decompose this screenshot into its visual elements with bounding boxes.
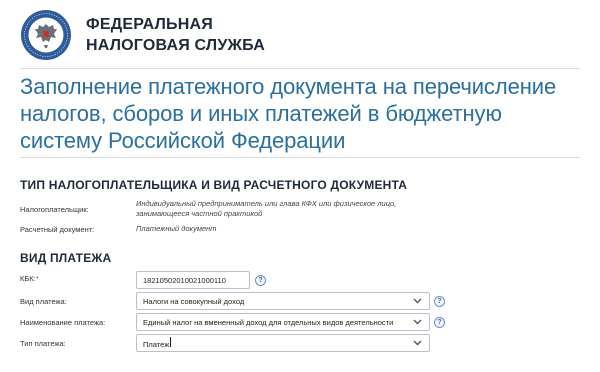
kbk-input[interactable]: 18210502010021000110: [136, 271, 250, 289]
section-payment-title: ВИД ПЛАТЕЖА: [20, 251, 112, 265]
org-name-line2: НАЛОГОВАЯ СЛУЖБА: [86, 37, 265, 54]
payment-kind-value: Налоги на совокупный доход: [143, 296, 245, 306]
document-row: Расчетный документ: Платежный документ: [20, 224, 580, 234]
payment-kind-select[interactable]: Налоги на совокупный доход: [136, 292, 430, 310]
org-name: ФЕДЕРАЛЬНАЯ НАЛОГОВАЯ СЛУЖБА: [86, 14, 265, 56]
payment-type-label: Тип платежа:: [20, 339, 66, 348]
kbk-label: КБК:*: [20, 274, 136, 283]
payment-type-select[interactable]: Платеж: [136, 334, 430, 352]
payment-name-help-icon[interactable]: ?: [434, 317, 445, 328]
payment-type-text: Платеж: [143, 340, 170, 349]
payment-name-label: Наименование платежа:: [20, 318, 106, 327]
header-divider: [20, 68, 580, 69]
section-taxpayer-title: ТИП НАЛОГОПЛАТЕЛЬЩИКА И ВИД РАСЧЕТНОГО Д…: [20, 178, 408, 192]
document-value: Платежный документ: [136, 224, 217, 233]
kbk-label-text: КБК:: [20, 274, 36, 283]
taxpayer-label: Налогоплательщик:: [20, 204, 89, 214]
payment-kind-help-icon[interactable]: ?: [434, 296, 445, 307]
kbk-row: КБК:*: [20, 274, 580, 283]
payment-type-value: Платеж: [143, 337, 407, 349]
text-cursor: [170, 337, 172, 347]
fns-emblem-logo[interactable]: [20, 9, 72, 61]
org-name-line1: ФЕДЕРАЛЬНАЯ: [86, 16, 213, 33]
payment-name-select[interactable]: Единый налог на вмененный доход для отде…: [136, 313, 430, 331]
site-header: ФЕДЕРАЛЬНАЯ НАЛОГОВАЯ СЛУЖБА: [20, 8, 265, 62]
chevron-down-icon[interactable]: [411, 337, 423, 349]
document-label: Расчетный документ:: [20, 224, 95, 234]
taxpayer-value: Индивидуальный предприниматель или глава…: [136, 199, 397, 218]
kbk-help-icon[interactable]: ?: [255, 275, 266, 286]
required-marker: *: [35, 274, 39, 283]
taxpayer-row: Налогоплательщик: Индивидуальный предпри…: [20, 199, 580, 219]
payment-kind-label: Вид платежа:: [20, 297, 67, 306]
chevron-down-icon[interactable]: [411, 295, 423, 307]
chevron-down-icon[interactable]: [411, 316, 423, 328]
payment-name-value: Единый налог на вмененный доход для отде…: [143, 317, 394, 327]
kbk-input-value: 18210502010021000110: [143, 275, 226, 285]
page-title: Заполнение платежного документа на переч…: [20, 74, 557, 153]
title-divider: [20, 157, 580, 158]
